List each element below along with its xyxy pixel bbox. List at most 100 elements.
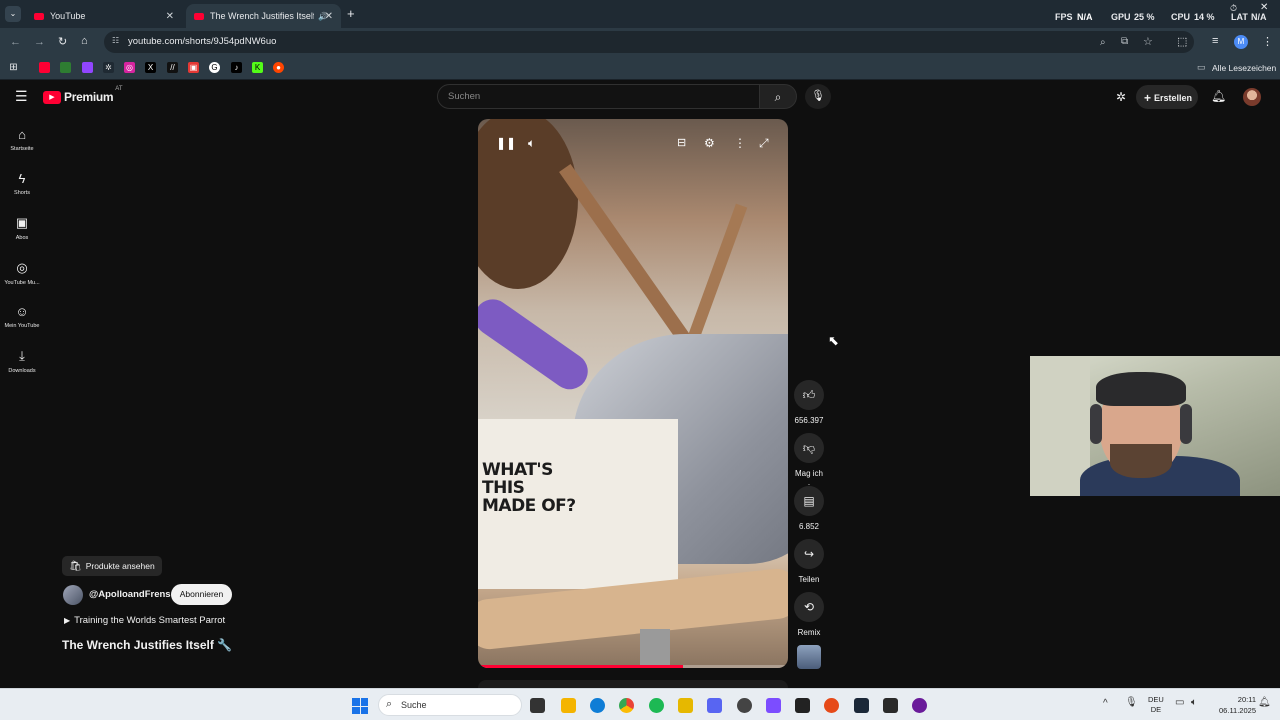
youtube-bookmark-icon[interactable] xyxy=(39,62,50,73)
subscribe-button[interactable]: Abonnieren xyxy=(171,584,232,605)
tiktok-bookmark-icon[interactable]: ♪ xyxy=(231,62,242,73)
app-icon[interactable] xyxy=(766,698,781,713)
next-short-preview[interactable] xyxy=(478,680,788,688)
sound-thumbnail[interactable] xyxy=(797,645,821,669)
nav-music[interactable]: ◎ YouTube Mu... xyxy=(0,260,44,286)
app-icon[interactable] xyxy=(912,698,927,713)
obs-icon[interactable] xyxy=(737,698,752,713)
install-icon[interactable]: ⧉ xyxy=(1121,36,1128,47)
search-button[interactable]: ⌕ xyxy=(759,84,797,109)
settings-gear-icon[interactable]: ⚙ xyxy=(704,136,715,150)
more-options-icon[interactable]: ⋮ xyxy=(734,136,746,150)
new-tab-button[interactable]: + xyxy=(347,6,355,21)
channel-avatar[interactable] xyxy=(63,585,83,605)
remix-button[interactable]: ⟲ Remix xyxy=(793,592,825,637)
edge-icon[interactable] xyxy=(590,698,605,713)
cast-icon[interactable]: ✲ xyxy=(1116,90,1126,104)
apps-grid-icon[interactable]: ⊞ xyxy=(8,62,19,73)
all-bookmarks-link[interactable]: Alle Lesezeichen xyxy=(1212,63,1276,73)
home-icon[interactable]: ⌂ xyxy=(81,35,88,47)
nav-account[interactable]: ☺ Mein YouTube xyxy=(0,304,44,329)
epic-games-icon[interactable] xyxy=(883,698,898,713)
youtube-logo[interactable]: ▶ Premium AT xyxy=(43,86,123,104)
tab-youtube[interactable]: YouTube ✕ xyxy=(26,4,182,28)
bookmark-star-icon[interactable]: ☆ xyxy=(1143,35,1153,48)
close-tab-icon[interactable]: ✕ xyxy=(325,11,333,22)
remix-icon: ⟲ xyxy=(794,592,824,622)
clock[interactable]: 20:11 06.11.2025 xyxy=(1210,694,1256,716)
voice-search-button[interactable]: 🎙 xyxy=(805,84,831,109)
profile-avatar[interactable]: M xyxy=(1234,35,1248,49)
tray-chevron-icon[interactable]: ^ xyxy=(1103,698,1108,709)
address-input[interactable]: ☷ youtube.com/shorts/9J54pdNW6uo xyxy=(104,31,1194,53)
minimize-icon[interactable]: ⏱ xyxy=(1230,3,1237,14)
fullscreen-icon[interactable]: ⤢ xyxy=(759,136,769,151)
tab-list-button[interactable]: ⌄ xyxy=(5,6,21,22)
close-tab-icon[interactable]: ✕ xyxy=(166,11,174,22)
back-arrow-icon[interactable]: ← xyxy=(10,36,21,48)
task-view-icon[interactable] xyxy=(530,698,545,713)
nav-home[interactable]: ⌂ Startseite xyxy=(0,127,44,152)
channel-name[interactable]: @ApolloandFrens xyxy=(89,589,171,600)
windows-start-icon[interactable] xyxy=(352,698,368,714)
x-bookmark-icon[interactable]: X xyxy=(145,62,156,73)
discord-icon[interactable] xyxy=(707,698,722,713)
zoom-icon[interactable]: ⌕ xyxy=(1100,37,1106,48)
thumbs-down-icon: 👎︎ xyxy=(794,433,824,463)
hamburger-menu-icon[interactable]: ☰ xyxy=(15,88,28,105)
share-button[interactable]: ↪ Teilen xyxy=(793,539,825,584)
reload-icon[interactable]: ↻ xyxy=(58,35,67,48)
spotify-icon[interactable] xyxy=(649,698,664,713)
reading-list-icon[interactable]: ≡ xyxy=(1212,35,1218,47)
bookmark-icon[interactable]: // xyxy=(167,62,178,73)
volume-icon[interactable]: 🔈︎ xyxy=(528,136,535,151)
chrome-icon[interactable] xyxy=(619,698,634,713)
extensions-icon[interactable]: ⬚ xyxy=(1177,35,1187,48)
user-avatar[interactable] xyxy=(1243,88,1261,106)
progress-bar-track[interactable] xyxy=(478,665,788,668)
bookmark-icon[interactable]: G xyxy=(209,62,220,73)
play-triangle-icon: ▶ xyxy=(64,616,71,625)
shirt-print: WHAT'S THIS MADE OF? xyxy=(482,460,576,516)
close-window-icon[interactable]: ✕ xyxy=(1260,2,1268,13)
keyboard-language[interactable]: DEU DE xyxy=(1148,695,1164,715)
nav-downloads[interactable]: ⤓ Downloads xyxy=(0,348,44,374)
logo-text: Premium xyxy=(64,90,114,104)
steam-icon[interactable] xyxy=(854,698,869,713)
pause-icon[interactable]: ❚❚ xyxy=(496,136,516,150)
network-icon[interactable]: ▭ xyxy=(1175,697,1184,708)
folder-icon[interactable]: ▭ xyxy=(1197,62,1206,73)
app-icon[interactable] xyxy=(795,698,810,713)
search-input[interactable]: Suchen xyxy=(437,84,760,109)
products-button[interactable]: 🛍︎ Produkte ansehen xyxy=(62,556,162,576)
microphone-icon[interactable]: 🎙 xyxy=(1125,697,1138,708)
app-icon[interactable] xyxy=(824,698,839,713)
menu-kebab-icon[interactable]: ⋮ xyxy=(1262,35,1273,48)
file-explorer-icon[interactable] xyxy=(561,698,576,713)
bookmark-icon[interactable]: ✲ xyxy=(103,62,114,73)
bookmark-icon[interactable] xyxy=(60,62,71,73)
short-video-player[interactable]: WHAT'S THIS MADE OF? ❚❚ 🔈︎ ⊟ ⚙ ⋮ ⤢ xyxy=(478,119,788,668)
nav-shorts[interactable]: ϟ Shorts xyxy=(0,171,44,196)
app-icon[interactable] xyxy=(678,698,693,713)
reddit-bookmark-icon[interactable]: ● xyxy=(273,62,284,73)
comments-button[interactable]: ▤ 6.852 xyxy=(793,486,825,531)
notifications-icon[interactable]: 🔔︎ xyxy=(1258,697,1271,708)
nav-subscriptions[interactable]: ▣ Abos xyxy=(0,215,44,241)
forward-arrow-icon[interactable]: → xyxy=(34,36,45,48)
tab-short-video[interactable]: The Wrench Justifies Itself! 🔊 ✕ xyxy=(186,4,341,28)
taskbar-search[interactable]: ⌕ Suche xyxy=(378,694,522,716)
site-info-icon[interactable]: ☷ xyxy=(112,36,119,45)
create-button[interactable]: + Erstellen xyxy=(1136,85,1198,109)
volume-icon[interactable]: 🔈︎ xyxy=(1191,697,1197,708)
playlist-link[interactable]: ▶ Training the Worlds Smartest Parrot xyxy=(64,615,225,626)
bookmark-icon[interactable]: ▣ xyxy=(188,62,199,73)
instagram-bookmark-icon[interactable]: ◎ xyxy=(124,62,135,73)
kick-bookmark-icon[interactable]: K xyxy=(252,62,263,73)
twitch-bookmark-icon[interactable] xyxy=(82,62,93,73)
captions-icon[interactable]: ⊟ xyxy=(677,136,686,149)
dislike-button[interactable]: 👎︎ Mag ich . xyxy=(793,433,825,487)
like-button[interactable]: 👍︎ 656.397 xyxy=(793,380,825,425)
notifications-bell-icon[interactable]: 🔔︎ xyxy=(1211,89,1226,103)
clock-date: 06.11.2025 xyxy=(1219,706,1256,715)
